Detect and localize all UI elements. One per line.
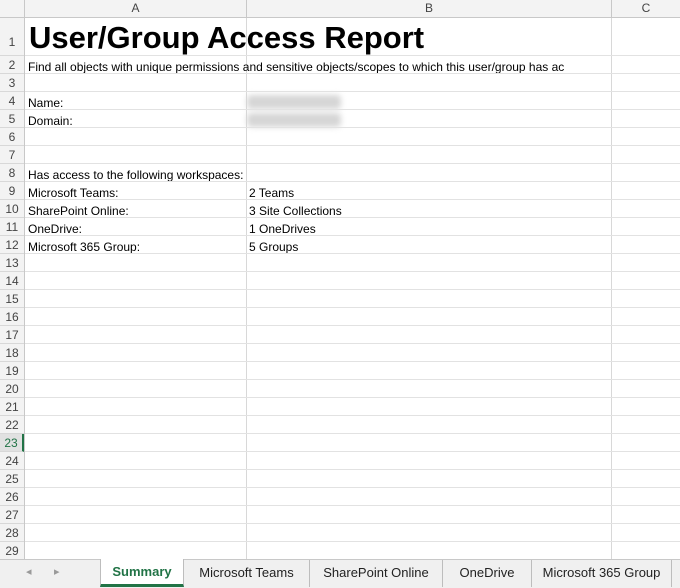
tab-microsoft-teams[interactable]: Microsoft Teams: [184, 560, 310, 587]
workspace-value-sharepoint[interactable]: 3 Site Collections: [249, 204, 342, 218]
workspace-label-m365[interactable]: Microsoft 365 Group:: [28, 240, 140, 254]
row-divider: [25, 217, 680, 218]
row-divider: [25, 325, 680, 326]
row-divider: [25, 163, 680, 164]
workspace-label-onedrive[interactable]: OneDrive:: [28, 222, 82, 236]
row-divider: [25, 145, 680, 146]
row-divider: [25, 343, 680, 344]
row-header-bar: 1 2 3 4 5 6 7 8 9 10 11 12 13 14 15 16 17 18 19 20 21 22 23 24 2…: [0, 18, 25, 559]
tab-scroll-right-icon[interactable]: ▸: [54, 565, 60, 578]
row-divider: [25, 91, 680, 92]
row-header-11[interactable]: 11: [0, 218, 24, 236]
tab-onedrive[interactable]: OneDrive: [443, 560, 532, 587]
row-header-25[interactable]: 25: [0, 470, 24, 488]
row-divider: [25, 397, 680, 398]
row-header-14[interactable]: 14: [0, 272, 24, 290]
row-divider: [25, 235, 680, 236]
select-all-corner[interactable]: [0, 0, 25, 17]
row-divider: [25, 433, 680, 434]
row-header-27[interactable]: 27: [0, 506, 24, 524]
workspace-value-teams[interactable]: 2 Teams: [249, 186, 294, 200]
row-divider: [25, 379, 680, 380]
domain-label[interactable]: Domain:: [28, 114, 73, 128]
tab-scroll-left-icon[interactable]: ◂: [26, 565, 32, 578]
tab-sharepoint-online[interactable]: SharePoint Online: [310, 560, 443, 587]
sheet-tab-bar: ◂ ▸ Summary Microsoft Teams SharePoint O…: [0, 559, 680, 588]
row-header-26[interactable]: 26: [0, 488, 24, 506]
row-header-5[interactable]: 5: [0, 110, 24, 128]
row-divider: [25, 55, 680, 56]
row-header-15[interactable]: 15: [0, 290, 24, 308]
row-divider: [25, 541, 680, 542]
column-header-a[interactable]: A: [25, 0, 247, 17]
row-header-19[interactable]: 19: [0, 362, 24, 380]
row-divider: [25, 415, 680, 416]
row-header-22[interactable]: 22: [0, 416, 24, 434]
row-header-16[interactable]: 16: [0, 308, 24, 326]
row-header-12[interactable]: 12: [0, 236, 24, 254]
row-divider: [25, 181, 680, 182]
cell-grid[interactable]: User/Group Access Report Find all object…: [25, 18, 680, 559]
row-header-8[interactable]: 8: [0, 164, 24, 182]
domain-value-redacted[interactable]: [247, 113, 341, 127]
row-header-1[interactable]: 1: [0, 18, 24, 56]
row-divider: [25, 505, 680, 506]
report-title[interactable]: User/Group Access Report: [29, 19, 424, 57]
row-header-9[interactable]: 9: [0, 182, 24, 200]
row-header-3[interactable]: 3: [0, 74, 24, 92]
workspace-label-teams[interactable]: Microsoft Teams:: [28, 186, 118, 200]
column-header-c[interactable]: C: [612, 0, 680, 17]
row-divider: [25, 487, 680, 488]
name-value-redacted[interactable]: [247, 95, 341, 109]
row-divider: [25, 451, 680, 452]
row-divider: [25, 73, 680, 74]
column-header-bar: A B C: [0, 0, 680, 18]
row-header-21[interactable]: 21: [0, 398, 24, 416]
row-divider: [25, 361, 680, 362]
row-divider: [25, 127, 680, 128]
row-header-20[interactable]: 20: [0, 380, 24, 398]
row-header-7[interactable]: 7: [0, 146, 24, 164]
row-divider: [25, 271, 680, 272]
row-header-10[interactable]: 10: [0, 200, 24, 218]
row-header-18[interactable]: 18: [0, 344, 24, 362]
workspace-value-m365[interactable]: 5 Groups: [249, 240, 298, 254]
row-header-17[interactable]: 17: [0, 326, 24, 344]
spreadsheet: A B C 1 2 3 4 5 6 7 8 9 10 11 12 13 14 15 16 17 18 19 20 21 2…: [0, 0, 680, 559]
row-header-24[interactable]: 24: [0, 452, 24, 470]
workspace-value-onedrive[interactable]: 1 OneDrives: [249, 222, 316, 236]
row-divider: [25, 469, 680, 470]
row-header-29[interactable]: 29: [0, 542, 24, 559]
tab-summary[interactable]: Summary: [100, 559, 184, 587]
name-label[interactable]: Name:: [28, 96, 63, 110]
row-header-28[interactable]: 28: [0, 524, 24, 542]
row-header-2[interactable]: 2: [0, 56, 24, 74]
row-header-13[interactable]: 13: [0, 254, 24, 272]
column-header-b[interactable]: B: [247, 0, 612, 17]
row-divider: [25, 289, 680, 290]
row-divider: [25, 523, 680, 524]
row-header-6[interactable]: 6: [0, 128, 24, 146]
row-divider: [25, 109, 680, 110]
row-divider: [25, 253, 680, 254]
workspace-label-sharepoint[interactable]: SharePoint Online:: [28, 204, 129, 218]
row-divider: [25, 307, 680, 308]
tab-microsoft-365-group[interactable]: Microsoft 365 Group: [532, 560, 672, 587]
row-divider: [25, 199, 680, 200]
report-subtitle[interactable]: Find all objects with unique permissions…: [28, 60, 564, 74]
workspaces-heading[interactable]: Has access to the following workspaces:: [28, 168, 243, 182]
row-header-23[interactable]: 23: [0, 434, 24, 452]
row-header-4[interactable]: 4: [0, 92, 24, 110]
